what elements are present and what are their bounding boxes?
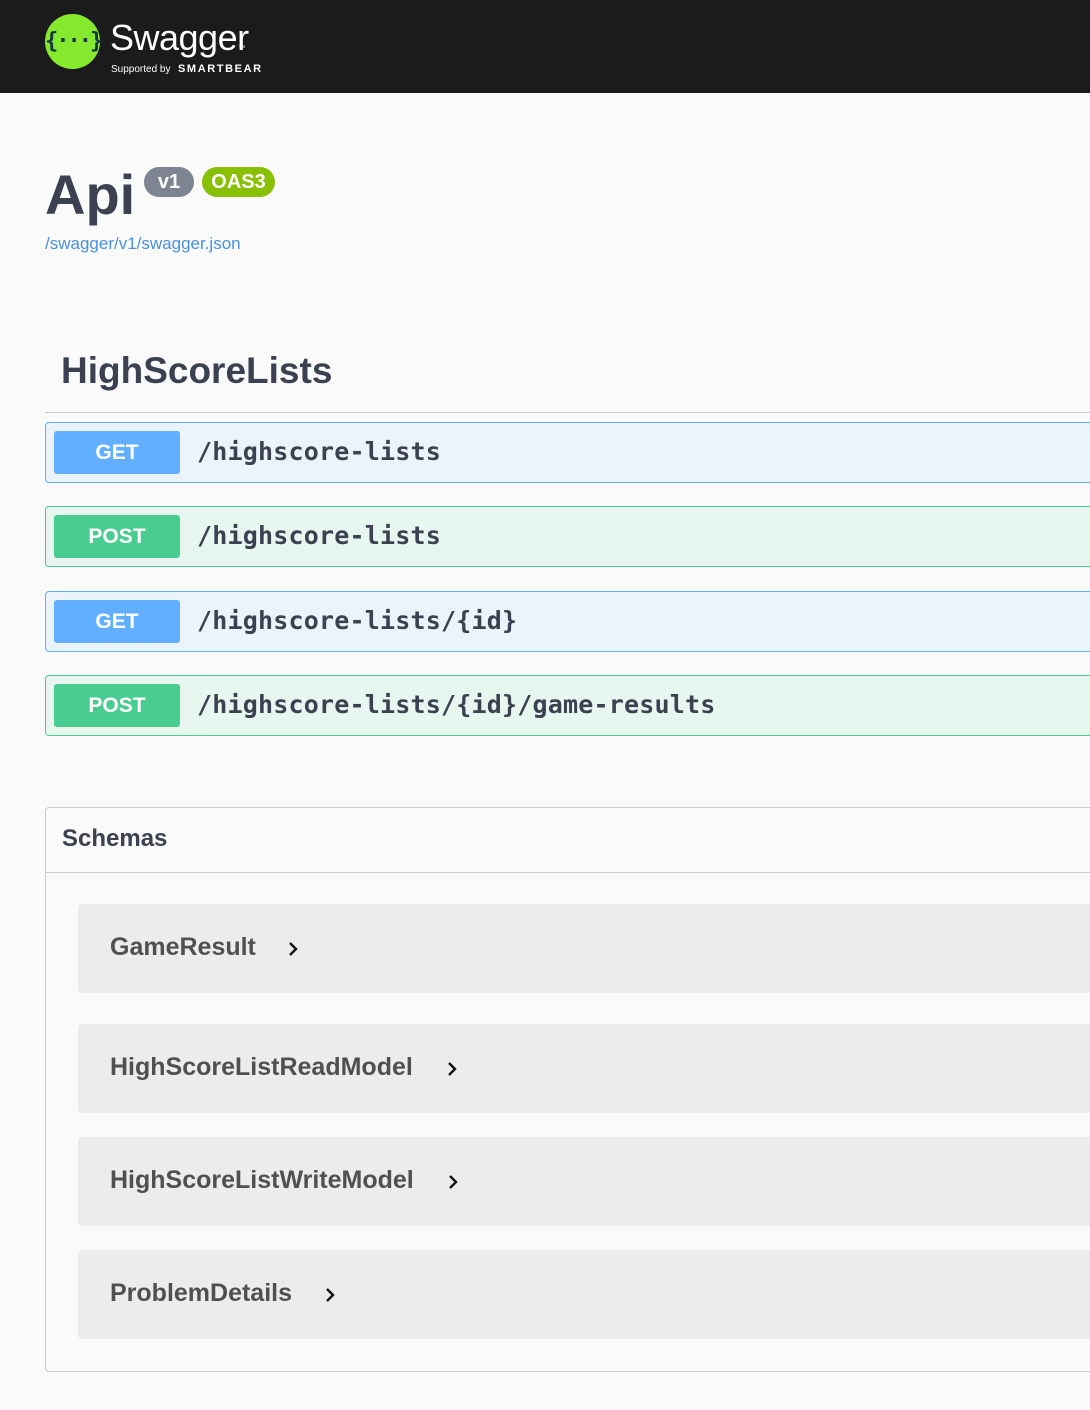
model-highscorelistreadmodel[interactable]: HighScoreListReadModel xyxy=(78,1024,1090,1113)
method-badge: POST xyxy=(54,684,180,727)
api-title: Api xyxy=(45,163,136,226)
schemas-header[interactable]: Schemas xyxy=(46,808,1090,873)
operation-post-game-results[interactable]: POST /highscore-lists/{id}/game-results xyxy=(45,675,1090,736)
operation-get-highscore-list-by-id[interactable]: GET /highscore-lists/{id} xyxy=(45,591,1090,652)
schemas-title: Schemas xyxy=(62,825,168,852)
operation-path: /highscore-lists/{id}/game-results xyxy=(197,690,716,719)
model-name: HighScoreListReadModel xyxy=(110,1053,413,1081)
model-name: GameResult xyxy=(110,933,256,961)
method-badge: GET xyxy=(54,431,180,474)
tag-header[interactable]: HighScoreLists xyxy=(45,335,1090,413)
version-badge: v1 xyxy=(144,167,194,197)
model-gameresult[interactable]: GameResult xyxy=(78,904,1090,993)
logo-supported-by: Supported by xyxy=(111,64,171,75)
logo-title: Swagger xyxy=(110,17,249,58)
logo-brand: SMARTBEAR xyxy=(178,63,263,75)
chevron-right-icon xyxy=(326,1288,335,1302)
operation-post-highscore-lists[interactable]: POST /highscore-lists xyxy=(45,506,1090,567)
method-badge: GET xyxy=(54,600,180,643)
operation-path: /highscore-lists xyxy=(197,521,442,550)
spec-link[interactable]: /swagger/v1/swagger.json xyxy=(45,234,241,254)
chevron-right-icon xyxy=(449,1175,458,1189)
operation-get-highscore-lists[interactable]: GET /highscore-lists xyxy=(45,422,1090,483)
logo-glyph: {···} xyxy=(45,29,103,54)
model-name: HighScoreListWriteModel xyxy=(110,1166,414,1194)
operation-path: /highscore-lists/{id} xyxy=(197,606,518,635)
oas-badge: OAS3 xyxy=(202,167,275,197)
operation-path: /highscore-lists xyxy=(197,437,442,466)
model-name: ProblemDetails xyxy=(110,1279,293,1307)
schemas-section: Schemas GameResult HighScoreListReadMode… xyxy=(45,807,1090,1372)
logo-trademark: ™ xyxy=(238,45,245,52)
top-bar: {···} Swagger ™ Supported by SMARTBEAR xyxy=(0,0,1090,93)
tag-title: HighScoreLists xyxy=(61,350,333,391)
model-highscorelistwritemodel[interactable]: HighScoreListWriteModel xyxy=(78,1137,1090,1226)
model-problemdetails[interactable]: ProblemDetails xyxy=(78,1250,1090,1339)
method-badge: POST xyxy=(54,515,180,558)
chevron-right-icon xyxy=(448,1062,457,1076)
chevron-right-icon xyxy=(289,942,298,956)
swagger-logo-icon: {···} xyxy=(45,14,103,69)
